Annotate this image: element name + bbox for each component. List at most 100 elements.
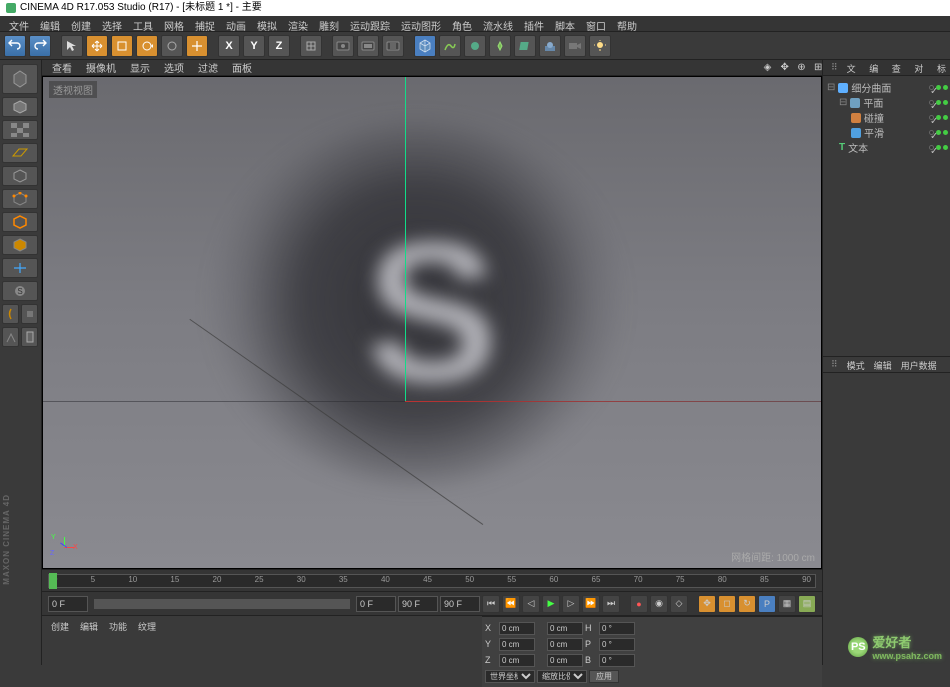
menu-edit[interactable]: 编辑 — [35, 16, 65, 31]
menu-mograph[interactable]: 运动图形 — [396, 16, 446, 31]
live-select-tool[interactable] — [61, 35, 83, 57]
coord-system-select[interactable]: 世界坐标 — [485, 670, 535, 683]
range-slider[interactable] — [94, 599, 350, 609]
menu-animate[interactable]: 动画 — [221, 16, 251, 31]
menu-window[interactable]: 窗口 — [581, 16, 611, 31]
vp-nav-icon-4[interactable]: ⊞ — [808, 61, 822, 74]
add-spline-button[interactable] — [439, 35, 461, 57]
make-editable-button[interactable] — [2, 64, 38, 94]
menu-render[interactable]: 渲染 — [283, 16, 313, 31]
vp-nav-icon-2[interactable]: ✥ — [774, 61, 788, 74]
tree-item-plane[interactable]: ⊟ 平面 ✓ — [825, 95, 948, 110]
polygon-mode-button[interactable] — [2, 235, 38, 255]
menu-snap[interactable]: 捕捉 — [190, 16, 220, 31]
key-pos-button[interactable]: ✥ — [698, 595, 716, 613]
coord-y-size[interactable] — [547, 638, 583, 651]
menu-script[interactable]: 脚本 — [550, 16, 580, 31]
snap-button-a[interactable] — [21, 304, 38, 324]
frame-max-input[interactable] — [440, 596, 480, 612]
timeline-ruler[interactable]: 0 5 10 15 20 25 30 35 40 45 50 55 60 65 … — [48, 574, 816, 588]
coord-system-button[interactable] — [300, 35, 322, 57]
btab-edit[interactable]: 编辑 — [75, 618, 103, 635]
axis-widget[interactable]: Y X Z — [53, 536, 75, 558]
render-view-button[interactable] — [332, 35, 354, 57]
x-axis-toggle[interactable]: X — [218, 35, 240, 57]
add-nurbs-button[interactable] — [464, 35, 486, 57]
menu-character[interactable]: 角色 — [447, 16, 477, 31]
objtab-tag[interactable]: 标 — [933, 60, 950, 75]
y-axis-toggle[interactable]: Y — [243, 35, 265, 57]
frame-end-input[interactable] — [398, 596, 438, 612]
add-environment-button[interactable] — [539, 35, 561, 57]
timeline-playhead[interactable] — [49, 573, 57, 589]
vp-menu-panel[interactable]: 面板 — [226, 59, 258, 76]
snap-button-c[interactable] — [21, 327, 38, 347]
vp-nav-icon-3[interactable]: ⊕ — [791, 61, 805, 74]
render-picture-button[interactable] — [357, 35, 379, 57]
undo-button[interactable] — [4, 35, 26, 57]
menu-plugins[interactable]: 插件 — [519, 16, 549, 31]
vp-menu-view[interactable]: 查看 — [46, 59, 78, 76]
object-mode-button[interactable] — [2, 166, 38, 186]
coord-x-pos[interactable] — [499, 622, 535, 635]
menu-sculpt[interactable]: 雕刻 — [314, 16, 344, 31]
frame-start-input[interactable] — [48, 596, 88, 612]
menu-help[interactable]: 帮助 — [612, 16, 642, 31]
record-button[interactable]: ● — [630, 595, 648, 613]
btab-create[interactable]: 创建 — [46, 618, 74, 635]
vp-menu-filter[interactable]: 过滤 — [192, 59, 224, 76]
z-axis-toggle[interactable]: Z — [268, 35, 290, 57]
menu-select[interactable]: 选择 — [97, 16, 127, 31]
scale-tool[interactable] — [111, 35, 133, 57]
coord-h-val[interactable] — [599, 622, 635, 635]
tree-item-text[interactable]: T 文本 ✓ — [825, 140, 948, 155]
tree-item-subdiv[interactable]: ⊟ 细分曲面 ✓ — [825, 80, 948, 95]
add-camera-button[interactable] — [564, 35, 586, 57]
add-deformer-button[interactable] — [514, 35, 536, 57]
vp-nav-icon-1[interactable]: ◈ — [758, 61, 772, 74]
model-mode-button[interactable] — [2, 97, 38, 117]
viewport[interactable]: 透视视图 S Y X Z 网格间距: 1000 cm — [42, 76, 822, 569]
keyframe-button[interactable]: ◇ — [670, 595, 688, 613]
objtab-view[interactable]: 查看 — [888, 60, 910, 75]
btab-function[interactable]: 功能 — [104, 618, 132, 635]
objtab-file[interactable]: 文件 — [843, 60, 865, 75]
redo-button[interactable] — [29, 35, 51, 57]
coord-x-size[interactable] — [547, 622, 583, 635]
coord-p-val[interactable] — [599, 638, 635, 651]
rotate-tool[interactable] — [136, 35, 158, 57]
coord-apply-button[interactable]: 应用 — [589, 670, 619, 683]
point-mode-button[interactable] — [2, 189, 38, 209]
snap-button-b[interactable] — [2, 327, 19, 347]
vp-menu-camera[interactable]: 摄像机 — [80, 59, 122, 76]
key-rot-button[interactable]: ↻ — [738, 595, 756, 613]
vp-menu-options[interactable]: 选项 — [158, 59, 190, 76]
menu-pipeline[interactable]: 流水线 — [478, 16, 518, 31]
key-opts-button[interactable]: ▤ — [798, 595, 816, 613]
play-button[interactable]: ▶ — [542, 595, 560, 613]
autokey-button[interactable]: ◉ — [650, 595, 668, 613]
add-cube-button[interactable] — [414, 35, 436, 57]
goto-start-button[interactable]: ⏮ — [482, 595, 500, 613]
next-key-button[interactable]: ⏩ — [582, 595, 600, 613]
add-generator-button[interactable] — [489, 35, 511, 57]
menu-mesh[interactable]: 网格 — [159, 16, 189, 31]
recent-tool[interactable] — [161, 35, 183, 57]
attrib-tab-edit[interactable]: 编辑 — [870, 357, 896, 372]
workplane-button[interactable] — [2, 143, 38, 163]
frame-current-input[interactable] — [356, 596, 396, 612]
tree-item-collision[interactable]: 碰撞 ✓ — [825, 110, 948, 125]
coord-scale-select[interactable]: 缩放比例 — [537, 670, 587, 683]
render-settings-button[interactable] — [382, 35, 404, 57]
coord-y-pos[interactable] — [499, 638, 535, 651]
move-tool[interactable] — [86, 35, 108, 57]
menu-motiontrack[interactable]: 运动跟踪 — [345, 16, 395, 31]
menu-file[interactable]: 文件 — [4, 16, 34, 31]
next-frame-button[interactable]: ▷ — [562, 595, 580, 613]
prev-frame-button[interactable]: ◁ — [522, 595, 540, 613]
tweak-button[interactable] — [2, 304, 19, 324]
edge-mode-button[interactable] — [2, 212, 38, 232]
key-param-button[interactable]: P — [758, 595, 776, 613]
objtab-object[interactable]: 对象 — [910, 60, 932, 75]
tree-item-smoothing[interactable]: 平滑 ✓ — [825, 125, 948, 140]
